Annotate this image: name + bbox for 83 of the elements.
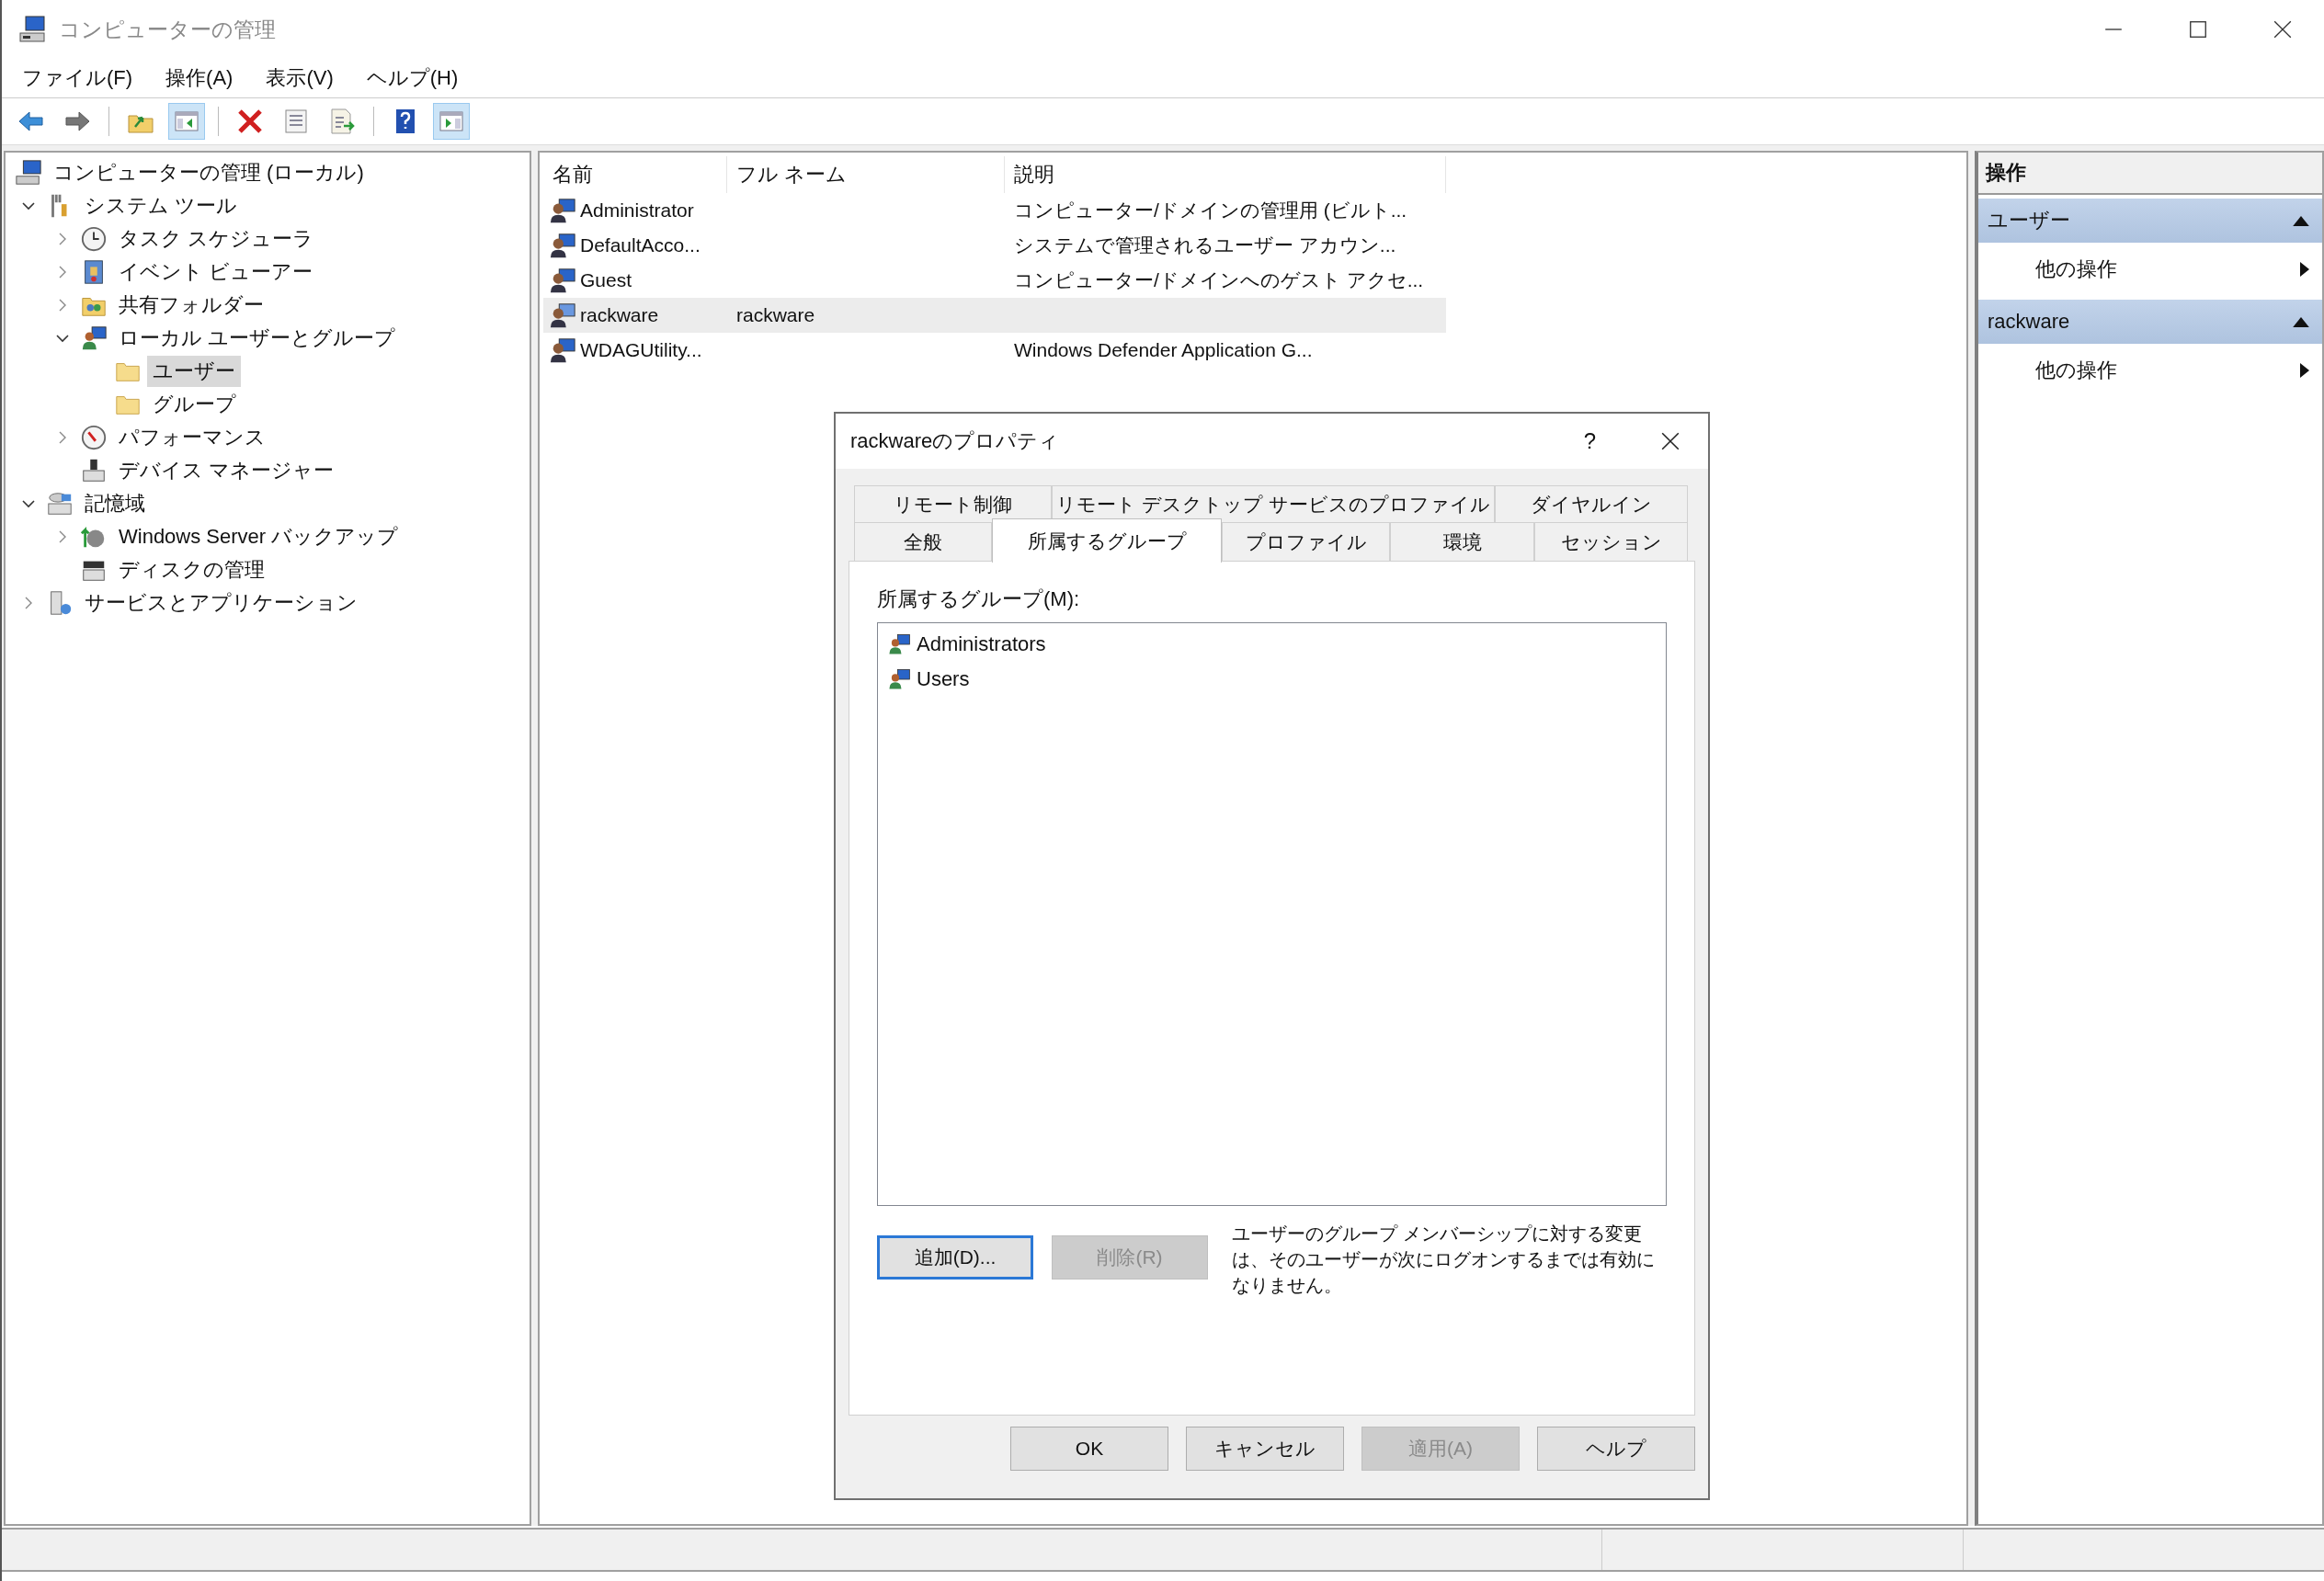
clock-icon <box>80 225 108 253</box>
menu-item[interactable]: ヘルプ(H) <box>366 64 459 92</box>
dialog-button[interactable]: キャンセル <box>1186 1427 1344 1471</box>
tab[interactable]: リモート デスクトップ サービスのプロファイル <box>1052 485 1495 522</box>
user-row[interactable]: Administrator コンピューター/ドメインの管理用 (ビルト... <box>543 193 1446 228</box>
tree-item[interactable]: 記憶域 <box>79 488 151 519</box>
dialog-button[interactable]: OK <box>1010 1427 1168 1471</box>
tree-item[interactable]: ユーザー <box>147 356 241 387</box>
submenu-arrow-icon <box>2300 262 2309 277</box>
user-icon <box>549 267 576 294</box>
tab[interactable]: セッション <box>1534 522 1688 561</box>
tree-item[interactable]: グループ <box>147 389 242 420</box>
tree-item[interactable]: デバイス マネージャー <box>113 455 340 486</box>
user-name: Administrator <box>580 199 694 222</box>
action-link[interactable]: 他の操作 <box>2035 256 2117 283</box>
gauge-icon <box>80 424 108 451</box>
section-title: rackware <box>1988 310 2070 334</box>
tree-item[interactable]: ローカル ユーザーとグループ <box>113 323 402 354</box>
storage-icon <box>46 490 74 518</box>
user-icon <box>549 336 576 364</box>
description: Windows Defender Application G... <box>1014 339 1313 361</box>
maximize-icon[interactable] <box>2188 19 2208 40</box>
description: コンピューター/ドメインへのゲスト アクセ... <box>1014 268 1424 292</box>
device-icon <box>80 457 108 484</box>
note-text: ユーザーのグループ メンバーシップに対する変更は、そのユーザーが次にログオンするまでは有効になりません。 <box>1232 1223 1656 1297</box>
user-icon <box>549 301 576 329</box>
tree-item[interactable]: イベント ビューアー <box>113 256 319 288</box>
user-row[interactable]: WDAGUtility... Windows Defender Application G... <box>543 333 1446 368</box>
tree-item[interactable]: システム ツール <box>79 190 244 222</box>
section-header[interactable]: rackware <box>1978 300 2322 344</box>
column-header[interactable]: フル ネーム <box>727 156 1005 193</box>
tab[interactable]: 所属するグループ <box>992 518 1222 563</box>
submenu-arrow-icon <box>2300 363 2309 378</box>
actions-title: 操作 <box>1978 153 2322 195</box>
users-icon <box>80 324 108 352</box>
column-header[interactable]: 名前 <box>543 156 727 193</box>
tree-item[interactable]: タスク スケジューラ <box>113 223 320 255</box>
dialog-title: rackwareのプロパティ <box>850 428 1061 454</box>
user-icon <box>549 197 576 224</box>
menu-item[interactable]: ファイル(F) <box>22 64 133 92</box>
tab[interactable]: 全般 <box>854 522 992 561</box>
group-name[interactable]: Users <box>917 667 970 691</box>
description: コンピューター/ドメインの管理用 (ビルト... <box>1014 199 1407 222</box>
full-name: rackware <box>736 304 815 326</box>
group-icon <box>887 632 911 656</box>
tab[interactable]: ダイヤルイン <box>1495 485 1688 522</box>
tab[interactable]: 環境 <box>1390 522 1534 561</box>
description: システムで管理されるユーザー アカウン... <box>1014 233 1396 257</box>
tree-item[interactable]: ディスクの管理 <box>113 554 270 586</box>
tree-item[interactable]: 共有フォルダー <box>113 290 269 321</box>
section-title: ユーザー <box>1988 208 2070 233</box>
user-name: WDAGUtility... <box>580 339 702 361</box>
user-name: DefaultAcco... <box>580 234 701 256</box>
column-header[interactable]: 説明 <box>1005 156 1446 193</box>
section-header[interactable]: ユーザー <box>1978 199 2322 243</box>
user-icon <box>549 232 576 259</box>
tree-item[interactable]: コンピューターの管理 (ローカル) <box>48 157 370 188</box>
tree-item[interactable]: サービスとアプリケーション <box>79 587 363 619</box>
collapse-icon[interactable] <box>2293 316 2309 327</box>
menu-item[interactable]: 表示(V) <box>266 64 334 92</box>
window-title: コンピューターの管理 <box>59 16 276 43</box>
user-name: rackware <box>580 304 659 326</box>
collapse-icon[interactable] <box>2293 215 2309 226</box>
menu-item[interactable]: 操作(A) <box>165 64 234 92</box>
group-name[interactable]: Administrators <box>917 632 1046 656</box>
tree-item[interactable]: パフォーマンス <box>113 422 271 453</box>
close-icon[interactable] <box>2273 19 2293 40</box>
computer-icon <box>18 15 48 44</box>
dialog-button[interactable]: ヘルプ <box>1537 1427 1695 1471</box>
help-button[interactable]: ? <box>1583 428 1596 454</box>
user-row[interactable]: DefaultAcco... システムで管理されるユーザー アカウン... <box>543 228 1446 263</box>
action-link[interactable]: 他の操作 <box>2035 357 2117 384</box>
user-row[interactable]: rackware rackware <box>543 298 1446 333</box>
close-icon[interactable] <box>1660 431 1680 451</box>
tree-item[interactable]: Windows Server バックアップ <box>113 521 404 552</box>
tab[interactable]: リモート制御 <box>854 485 1052 522</box>
user-name: Guest <box>580 269 632 291</box>
groups-label: 所属するグループ(M): <box>877 586 1081 612</box>
user-row[interactable]: Guest コンピューター/ドメインへのゲスト アクセ... <box>543 263 1446 298</box>
tab[interactable]: プロファイル <box>1222 522 1390 561</box>
group-icon <box>887 667 911 691</box>
computer-icon <box>15 159 42 187</box>
add-button[interactable]: 追加(D)... <box>877 1235 1033 1280</box>
